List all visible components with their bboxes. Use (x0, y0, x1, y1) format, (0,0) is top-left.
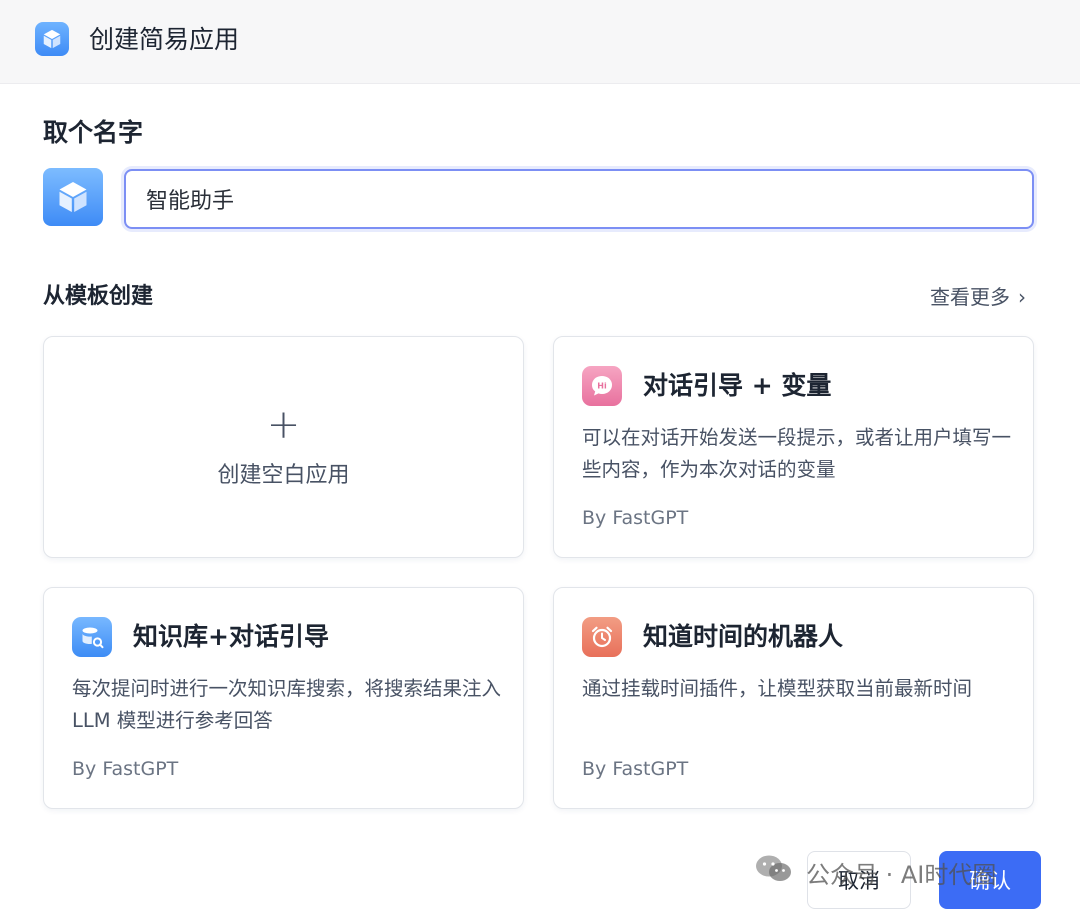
see-more-link[interactable]: 查看更多 › (930, 282, 1026, 312)
app-avatar[interactable] (43, 168, 103, 226)
template-card-kb-guide[interactable]: 知识库+对话引导 每次提问时进行一次知识库搜索，将搜索结果注入 LLM 模型进行… (43, 587, 524, 809)
alarm-clock-icon (582, 617, 622, 657)
name-section-label: 取个名字 (43, 118, 144, 147)
dialog-header: 创建简易应用 (0, 0, 1080, 84)
template-title: 知识库+对话引导 (133, 622, 329, 651)
database-search-icon (72, 617, 112, 657)
svg-text:Hi: Hi (597, 382, 607, 391)
cube-icon (59, 182, 87, 212)
create-blank-app-card[interactable]: + 创建空白应用 (43, 336, 524, 558)
template-title: 知道时间的机器人 (643, 622, 844, 651)
plus-icon: + (266, 402, 301, 448)
see-more-label: 查看更多 (930, 285, 1010, 309)
app-name-input[interactable] (124, 169, 1034, 229)
blank-app-label: 创建空白应用 (217, 463, 350, 488)
cancel-button[interactable]: 取消 (807, 851, 911, 909)
template-card-guide-variable[interactable]: Hi 对话引导 + 变量 可以在对话开始发送一段提示，或者让用户填写一些内容，作… (553, 336, 1034, 558)
template-description: 可以在对话开始发送一段提示，或者让用户填写一些内容，作为本次对话的变量 (582, 426, 1012, 481)
wechat-icon (754, 853, 794, 891)
hi-chat-icon: Hi (582, 366, 622, 406)
template-section-label: 从模板创建 (43, 284, 154, 309)
template-description: 通过挂载时间插件，让模型获取当前最新时间 (582, 677, 973, 700)
template-description: 每次提问时进行一次知识库搜索，将搜索结果注入 LLM 模型进行参考回答 (72, 677, 502, 732)
template-author: By FastGPT (582, 758, 689, 780)
confirm-button[interactable]: 确认 (939, 851, 1041, 909)
cube-icon (35, 22, 69, 56)
template-author: By FastGPT (72, 758, 179, 780)
chevron-right-icon: › (1018, 285, 1026, 309)
template-author: By FastGPT (582, 507, 689, 529)
template-card-time-bot[interactable]: 知道时间的机器人 通过挂载时间插件，让模型获取当前最新时间 By FastGPT (553, 587, 1034, 809)
template-title: 对话引导 + 变量 (643, 371, 832, 400)
dialog-title: 创建简易应用 (89, 25, 240, 54)
